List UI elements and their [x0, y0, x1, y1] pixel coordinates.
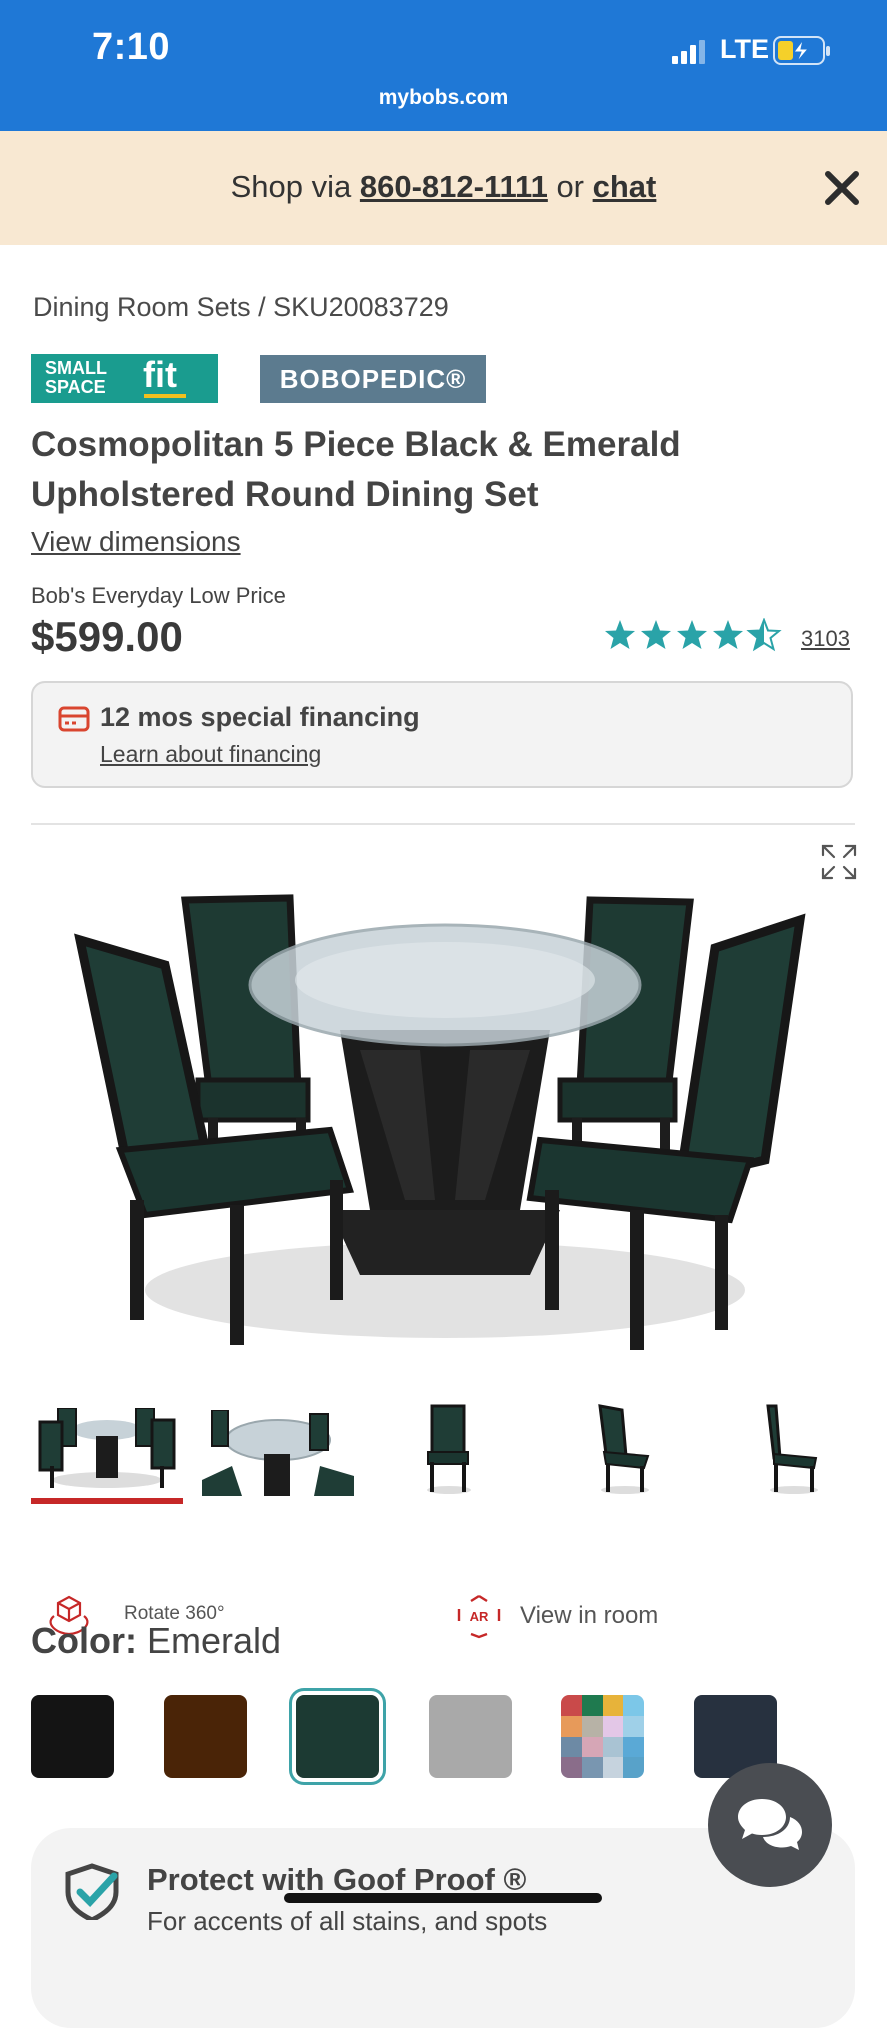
goof-proof-subtitle: For accents of all stains, and spots	[147, 1906, 548, 1936]
badge-ssf-text: SMALL SPACE	[45, 359, 107, 397]
chat-button[interactable]	[708, 1763, 832, 1887]
promo-banner: Shop via 860-812-1111 or chat	[0, 131, 887, 245]
chat-link[interactable]: chat	[593, 169, 657, 204]
chat-bubbles-icon	[738, 1799, 802, 1850]
signal-icon	[672, 40, 705, 64]
product-price: $599.00	[31, 613, 183, 660]
financing-title: 12 mos special financing	[100, 702, 420, 732]
banner-or: or	[547, 169, 593, 204]
financing-box	[31, 681, 853, 788]
shield-check-icon	[65, 1863, 119, 1920]
banner-text: Shop via 860-812-1111 or chat	[0, 169, 887, 205]
status-bar: 7:10 LTE mybobs.com	[0, 0, 887, 131]
product-title: Cosmopolitan 5 Piece Black & Emerald Uph…	[31, 425, 681, 514]
thumbnail-4[interactable]	[596, 1404, 654, 1496]
view-in-room-label[interactable]: View in room	[520, 1602, 658, 1630]
swatch-multi[interactable]	[561, 1695, 644, 1778]
badge-ssf-fit: fit	[143, 354, 177, 395]
phone-link[interactable]: 860-812-1111	[360, 169, 548, 204]
thumbnail-2[interactable]	[202, 1410, 354, 1496]
badge-underline	[144, 394, 186, 398]
swatch-emerald[interactable]	[296, 1695, 379, 1778]
price-label: Bob's Everyday Low Price	[31, 583, 286, 608]
rating-stars[interactable]	[604, 618, 784, 654]
badge-ssf-space: SPACE	[45, 377, 106, 397]
ar-icon[interactable]: AR	[456, 1593, 502, 1639]
small-space-fit-badge: SMALL SPACE fit	[31, 354, 218, 403]
thumbnail-5[interactable]	[764, 1404, 822, 1496]
star-icon	[641, 620, 671, 649]
clock: 7:10	[92, 26, 171, 68]
browser-url[interactable]: mybobs.com	[0, 86, 887, 110]
swatch-black[interactable]	[31, 1695, 114, 1778]
product-image[interactable]	[60, 880, 830, 1350]
thumbnail-3[interactable]	[424, 1404, 474, 1496]
review-count-link[interactable]: 3103	[801, 626, 850, 652]
home-indicator	[284, 1893, 602, 1903]
star-icon	[713, 620, 743, 649]
thumbnail-selected-indicator	[31, 1498, 183, 1504]
color-value: Emerald	[147, 1620, 282, 1661]
badge-ssf-small: SMALL	[45, 358, 107, 378]
color-label: Color:	[31, 1620, 137, 1661]
half-star-icon	[748, 619, 780, 650]
banner-prefix: Shop via	[230, 169, 360, 204]
battery-icon	[773, 36, 830, 65]
star-icon	[605, 620, 635, 649]
divider	[31, 823, 855, 825]
learn-financing-link[interactable]: Learn about financing	[100, 741, 321, 768]
expand-icon[interactable]	[820, 843, 858, 881]
breadcrumb[interactable]: Dining Room Sets / SKU20083729	[33, 292, 449, 323]
bobopedic-badge: BOBOPEDIC®	[260, 355, 486, 403]
view-dimensions-link[interactable]: View dimensions	[31, 526, 241, 558]
thumbnail-1[interactable]	[36, 1408, 178, 1490]
close-icon[interactable]	[822, 168, 862, 208]
star-icon	[677, 620, 707, 649]
color-selection: Color: Emerald	[31, 1620, 281, 1662]
network-type: LTE	[720, 34, 769, 64]
ar-icon-text: AR	[470, 1609, 489, 1624]
credit-card-icon	[58, 706, 90, 732]
swatch-gray[interactable]	[429, 1695, 512, 1778]
swatch-brown[interactable]	[164, 1695, 247, 1778]
